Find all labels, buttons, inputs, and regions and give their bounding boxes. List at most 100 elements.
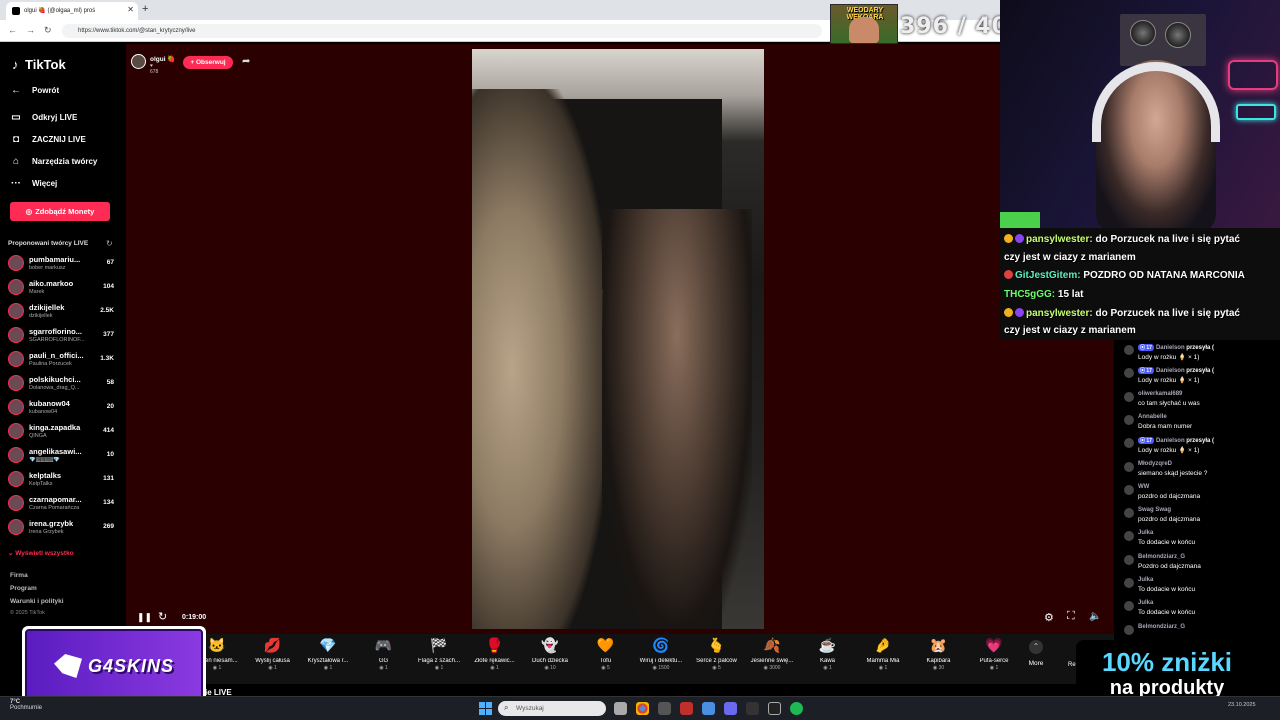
creator-avatar[interactable] xyxy=(8,303,24,319)
chat-avatar[interactable] xyxy=(1124,624,1134,635)
nav-discover-live[interactable]: ▭ Odkryj LIVE xyxy=(10,111,77,123)
creator-item[interactable]: kubanow04 kubanow04 20 xyxy=(8,396,118,418)
creator-item[interactable]: pumbamariu... bober markusz 67 xyxy=(8,252,118,274)
chrome-icon[interactable] xyxy=(636,702,649,715)
chat-username[interactable]: Swag Swag xyxy=(1138,507,1171,513)
windows-start-icon[interactable] xyxy=(479,702,492,715)
creator-avatar[interactable] xyxy=(8,447,24,463)
taskbar-search[interactable]: ⌕ Wyszukaj xyxy=(498,701,606,716)
back-arrow-icon[interactable]: ← xyxy=(8,25,17,35)
creator-item[interactable]: kinga.zapadka QINGA 414 xyxy=(8,420,118,442)
chat-username[interactable]: ⦿ 17 Danielson przesyła ( xyxy=(1138,367,1214,375)
creator-avatar[interactable] xyxy=(8,351,24,367)
chat-username[interactable]: Annabelle xyxy=(1138,414,1167,420)
back-button[interactable]: ← Powrót xyxy=(10,84,59,96)
creator-item[interactable]: dzikijellek dzikijellek 2.5K xyxy=(8,300,118,322)
chat-avatar[interactable] xyxy=(1124,578,1134,588)
share-icon[interactable]: ➦ xyxy=(242,56,250,67)
footer-program[interactable]: Program xyxy=(10,585,37,592)
creator-item[interactable]: kelptalks KelpTalks 131 xyxy=(8,468,118,490)
gift-item[interactable]: 💗 Pufa-serce ◉ 1 xyxy=(967,636,1021,671)
nav-start-live[interactable]: ◘ ZACZNIJ LIVE xyxy=(10,133,86,145)
creator-avatar[interactable] xyxy=(8,279,24,295)
creator-avatar[interactable] xyxy=(8,375,24,391)
chat-avatar[interactable] xyxy=(1124,414,1134,425)
creator-item[interactable]: sgarroflorino... SGARROFLORINOF... 377 xyxy=(8,324,118,346)
show-all-link[interactable]: ⌄ Wyświetl wszystko xyxy=(8,549,74,557)
tiktok-logo[interactable]: ♪ TikTok xyxy=(12,57,66,72)
creator-avatar[interactable] xyxy=(8,327,24,343)
app-icon[interactable] xyxy=(658,702,671,715)
chat-username[interactable]: Julka xyxy=(1138,577,1153,583)
chat-username[interactable]: oliwerkamal689 xyxy=(1138,391,1182,397)
gift-item[interactable]: 🥊 Złote rękawic... ◉ 1 xyxy=(468,636,522,671)
chat-avatar[interactable] xyxy=(1124,345,1134,355)
follow-button[interactable]: + Obserwuj xyxy=(183,56,233,69)
footer-company[interactable]: Firma xyxy=(10,572,28,579)
browser-tab[interactable]: olgui 🍓 (@olgaa_ml) proś ✕ xyxy=(6,2,138,20)
footer-terms[interactable]: Warunki i polityki xyxy=(10,598,64,605)
gift-item[interactable]: 👻 Duch dziecka ◉ 10 xyxy=(523,636,577,671)
close-tab-icon[interactable]: ✕ xyxy=(127,5,134,14)
gift-item[interactable]: 🎮 GG ◉ 1 xyxy=(357,636,411,671)
nav-creator-tools[interactable]: ⌂ Narzędzia twórcy xyxy=(10,155,97,167)
gift-item[interactable]: 🏁 Flaga z szach... ◉ 1 xyxy=(412,636,466,671)
nav-more[interactable]: ··· Więcej xyxy=(10,177,57,189)
creator-avatar[interactable] xyxy=(8,471,24,487)
forward-arrow-icon[interactable]: → xyxy=(26,25,35,35)
chat-username[interactable]: Julka xyxy=(1138,600,1153,606)
gift-item[interactable]: 💎 Kryształowa r... ◉ 1 xyxy=(301,636,355,671)
refresh-icon[interactable]: ↻ xyxy=(106,239,113,248)
reload-icon[interactable]: ↻ xyxy=(44,25,52,36)
chat-username[interactable]: WW xyxy=(1138,484,1149,490)
refresh-stream-icon[interactable]: ↻ xyxy=(158,610,167,623)
chat-username[interactable]: Julka xyxy=(1138,530,1153,536)
volume-icon[interactable]: 🔈 xyxy=(1089,611,1101,622)
live-video[interactable] xyxy=(472,49,764,629)
spotify-icon[interactable] xyxy=(790,702,803,715)
gift-item[interactable]: 💋 Wyślij całusa ◉ 1 xyxy=(246,636,300,671)
creator-avatar[interactable] xyxy=(8,399,24,415)
chat-username[interactable]: ⦿ 17 Danielson przesyła ( xyxy=(1138,437,1214,445)
recharge-label[interactable]: Re xyxy=(1068,662,1076,668)
chat-username[interactable]: Belmondziarz_G xyxy=(1138,554,1185,560)
more-gifts-button[interactable]: ⌃ More xyxy=(1024,640,1048,667)
gift-item[interactable]: ☕ Kawa ◉ 1 xyxy=(801,636,855,671)
gift-item[interactable]: 🍂 Jesienne świę... ◉ 3000 xyxy=(745,636,799,671)
chat-username[interactable]: MłodyzqreD xyxy=(1138,461,1172,467)
obs-icon[interactable] xyxy=(768,702,781,715)
settings-icon[interactable]: ⚙ xyxy=(1044,611,1054,624)
url-field[interactable]: https://www.tiktok.com/@stan_krytyczny/l… xyxy=(62,24,822,38)
gift-item[interactable]: 🌀 Wiruj i delektu... ◉ 1500 xyxy=(634,636,688,671)
creator-avatar[interactable] xyxy=(8,255,24,271)
creator-item[interactable]: aiko.markoo Marek 104 xyxy=(8,276,118,298)
creator-item[interactable]: czarnapomar... Czarna Pomarańcza 134 xyxy=(8,492,118,514)
creator-avatar[interactable] xyxy=(8,519,24,535)
browser-icon[interactable] xyxy=(702,702,715,715)
chat-username[interactable]: ⦿ 17 Danielson przesyła ( xyxy=(1138,344,1214,351)
app-icon[interactable] xyxy=(680,702,693,715)
host-avatar[interactable] xyxy=(131,54,146,69)
chat-avatar[interactable] xyxy=(1124,461,1134,472)
gift-item[interactable]: 🤌 Mamma Mia ◉ 1 xyxy=(856,636,910,671)
weather-widget[interactable]: 7°C Pochmurnie xyxy=(10,699,42,711)
chat-avatar[interactable] xyxy=(1124,484,1134,495)
creator-avatar[interactable] xyxy=(8,423,24,439)
gift-item[interactable]: 🐹 Kapibara ◉ 30 xyxy=(912,636,966,671)
creator-item[interactable]: pauli_n_offici... Paulina Porzucek 1.3K xyxy=(8,348,118,370)
new-tab-icon[interactable]: + xyxy=(142,3,148,15)
pause-icon[interactable]: ❚❚ xyxy=(137,612,152,623)
get-coins-button[interactable]: ◎ Zdobądź Monety xyxy=(10,202,110,221)
chat-avatar[interactable] xyxy=(1124,391,1134,402)
app-icon[interactable] xyxy=(746,702,759,715)
creator-avatar[interactable] xyxy=(8,495,24,511)
chat-username[interactable]: Belmondziarz_G xyxy=(1138,624,1185,630)
chat-avatar[interactable] xyxy=(1124,554,1134,565)
app-icon[interactable] xyxy=(724,702,737,715)
creator-item[interactable]: irena.grzybk Irena Grzybek 269 xyxy=(8,516,118,538)
creator-item[interactable]: angelikasawi... 💎🀫🀫🀫🀫💎 10 xyxy=(8,444,118,466)
gift-item[interactable]: 🫰 Serce z palców ◉ 5 xyxy=(690,636,744,671)
fullscreen-icon[interactable]: ⛶ xyxy=(1067,610,1075,623)
file-explorer-icon[interactable] xyxy=(614,702,627,715)
creator-item[interactable]: polskikuchci... Dolanowa_drag_Q... 58 xyxy=(8,372,118,394)
